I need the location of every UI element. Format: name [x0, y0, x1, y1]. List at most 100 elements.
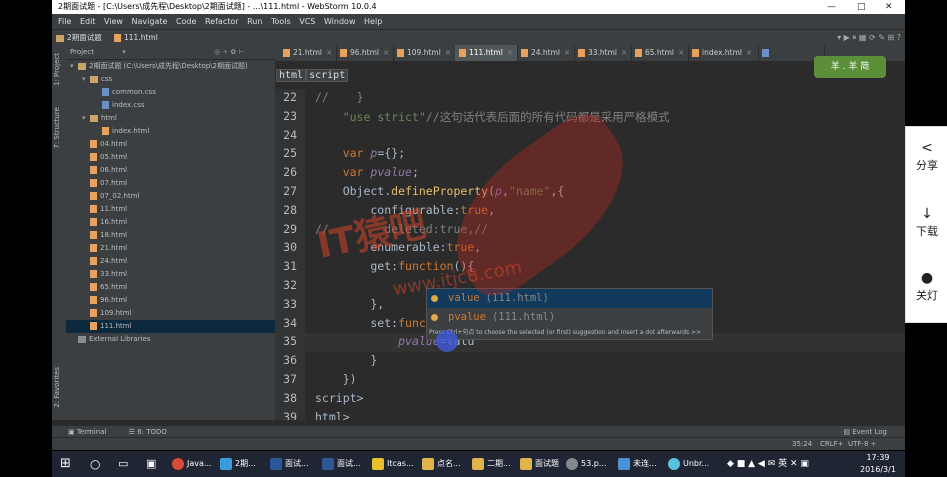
menu-file[interactable]: File — [58, 17, 71, 26]
tree-item[interactable]: 05.html — [66, 151, 127, 164]
clock[interactable]: 17:39 2016/3/1 — [860, 452, 896, 476]
close-tab-icon[interactable]: × — [678, 48, 684, 57]
menu-navigate[interactable]: Navigate — [132, 17, 168, 26]
taskbar-app-word1[interactable]: 面试... — [270, 451, 309, 477]
close-tab-icon[interactable]: × — [507, 48, 513, 57]
menu-tools[interactable]: Tools — [271, 17, 291, 26]
taskbar-folder-1[interactable]: 点名... — [422, 451, 461, 477]
taskbar-folder-3[interactable]: 面试题 — [520, 451, 559, 477]
tree-item[interactable]: 18.html — [66, 229, 127, 242]
file-encoding[interactable]: UTF-8 ÷ — [848, 438, 877, 450]
taskbar-app-word2[interactable]: 面试... — [322, 451, 361, 477]
menu-refactor[interactable]: Refactor — [205, 17, 239, 26]
editor-tab[interactable]: 21.html × — [279, 45, 337, 61]
menu-edit[interactable]: Edit — [80, 17, 96, 26]
close-tab-icon[interactable]: × — [564, 48, 570, 57]
close-tab-icon[interactable]: × — [746, 48, 752, 57]
close-tab-icon[interactable]: × — [326, 48, 332, 57]
tree-item[interactable]: ▾ css — [66, 73, 112, 86]
menu-view[interactable]: View — [104, 17, 123, 26]
menu-run[interactable]: Run — [247, 17, 262, 26]
menu-vcs[interactable]: VCS — [299, 17, 315, 26]
breadcrumb-project[interactable]: 2期面试题 — [56, 30, 102, 46]
taskbar-app-itcast[interactable]: Itcas... — [372, 451, 414, 477]
editor-tab[interactable]: 111.html × — [455, 45, 518, 61]
task-view-icon[interactable]: ▭ — [118, 451, 128, 477]
tree-item[interactable]: 96.html — [66, 294, 127, 307]
taskbar-app-unbr[interactable]: Unbr... — [668, 451, 709, 477]
code-line[interactable]: } — [315, 353, 377, 367]
start-button[interactable]: ⊞ — [60, 451, 71, 477]
project-view-select[interactable]: Project — [70, 48, 94, 56]
tree-item[interactable]: index.html — [66, 125, 149, 138]
todo-tab[interactable]: ☰ 6: TODO — [129, 428, 167, 436]
taskbar-folder-2[interactable]: 二期... — [472, 451, 511, 477]
download-button[interactable]: ↓ 下载 — [906, 205, 947, 239]
close-button[interactable]: ✕ — [885, 0, 893, 14]
editor-tab[interactable]: index.html × — [688, 45, 759, 61]
panel-tools-icons[interactable]: ◎ ÷ ✿ ⊢ — [214, 45, 245, 59]
code-line[interactable]: script> — [315, 391, 363, 405]
code-line[interactable]: var p={}; — [315, 146, 405, 160]
side-tab-structure[interactable]: 7: Structure — [53, 107, 61, 149]
chevron-down-icon[interactable]: ▾ — [70, 60, 78, 73]
tree-item[interactable]: ▾ 2期面试题 (C:\Users\成先程\Desktop\2期面试题) — [66, 60, 248, 73]
taskbar-app-chrome[interactable]: Java... — [172, 451, 212, 477]
editor-tab[interactable]: 96.html × — [336, 45, 394, 61]
completion-item[interactable]: pvalue (111.html) — [427, 308, 712, 327]
code-line[interactable]: // } — [315, 90, 364, 104]
taskbar-app-recorder[interactable]: 53.p... — [566, 451, 606, 477]
code-line[interactable]: }, — [315, 297, 384, 311]
code-line[interactable]: html> — [315, 410, 350, 420]
code-line[interactable]: var pvalue; — [315, 165, 419, 179]
tree-item[interactable]: 07_02.html — [66, 190, 139, 203]
tree-item[interactable]: 65.html — [66, 281, 127, 294]
search-icon[interactable]: ○ — [90, 451, 100, 477]
menu-window[interactable]: Window — [324, 17, 356, 26]
photo-app-icon[interactable]: ▣ — [146, 451, 156, 477]
tree-item[interactable]: 21.html — [66, 242, 127, 255]
completion-popup[interactable]: value (111.html) pvalue (111.html) Press C… — [426, 288, 713, 340]
side-tab-favorites[interactable]: 2: Favorites — [53, 367, 61, 408]
tree-item[interactable]: index.css — [66, 99, 145, 112]
minimize-button[interactable]: — — [827, 0, 836, 14]
caret-position[interactable]: 35:24 — [792, 438, 812, 450]
terminal-tab[interactable]: ▣ Terminal — [68, 428, 106, 436]
tree-item[interactable]: 111.html — [66, 320, 275, 333]
maximize-button[interactable]: □ — [857, 0, 866, 14]
side-tab-project[interactable]: 1: Project — [53, 53, 61, 86]
system-tray[interactable]: ◆ ■ ▲ ◀ ✉ 英 ✕ ▣ — [727, 451, 809, 477]
tree-item[interactable]: 06.html — [66, 164, 127, 177]
tree-item[interactable]: 24.html — [66, 255, 127, 268]
menu-code[interactable]: Code — [176, 17, 196, 26]
close-tab-icon[interactable]: × — [383, 48, 389, 57]
editor-tab[interactable]: 24.html × — [517, 45, 575, 61]
scope-html[interactable]: html — [276, 69, 307, 82]
menu-help[interactable]: Help — [364, 17, 382, 26]
breadcrumb-file[interactable]: 111.html — [114, 30, 158, 46]
tree-item[interactable]: 33.html — [66, 268, 127, 281]
editor-tab[interactable]: 109.html × — [393, 45, 456, 61]
share-button[interactable]: < 分享 — [906, 139, 947, 173]
close-tab-icon[interactable]: × — [445, 48, 451, 57]
completion-item[interactable]: value (111.html) — [427, 289, 712, 308]
chevron-down-icon[interactable]: ▾ — [82, 73, 90, 86]
taskbar-app-webstorm[interactable]: 2期... — [220, 451, 256, 477]
chevron-down-icon[interactable]: ▾ — [82, 112, 90, 125]
line-separator[interactable]: CRLF+ — [820, 438, 844, 450]
tree-item[interactable]: common.css — [66, 86, 156, 99]
tree-item[interactable]: ▾ html — [66, 112, 117, 125]
tree-item[interactable]: 07.html — [66, 177, 127, 190]
taskbar-app-network[interactable]: 未连... — [618, 451, 657, 477]
editor-tab[interactable]: 65.html × — [631, 45, 689, 61]
chevron-down-icon[interactable]: ▾ — [122, 48, 126, 56]
run-toolbar[interactable]: ▾ ▶ ⏸ ▦ ⟳ ✎ ⊞ ? — [837, 30, 901, 46]
code-line[interactable]: "use strict"//这句话代表后面的所有代码都是采用严格模式 — [315, 109, 670, 125]
tree-item[interactable]: 11.html — [66, 203, 127, 216]
editor-tab[interactable]: 33.html × — [574, 45, 632, 61]
code-line[interactable]: }) — [315, 372, 357, 386]
tree-item[interactable]: External Libraries — [66, 333, 151, 346]
scope-script[interactable]: script — [306, 69, 349, 82]
tree-item[interactable]: 04.html — [66, 138, 127, 151]
tree-item[interactable]: 16.html — [66, 216, 127, 229]
